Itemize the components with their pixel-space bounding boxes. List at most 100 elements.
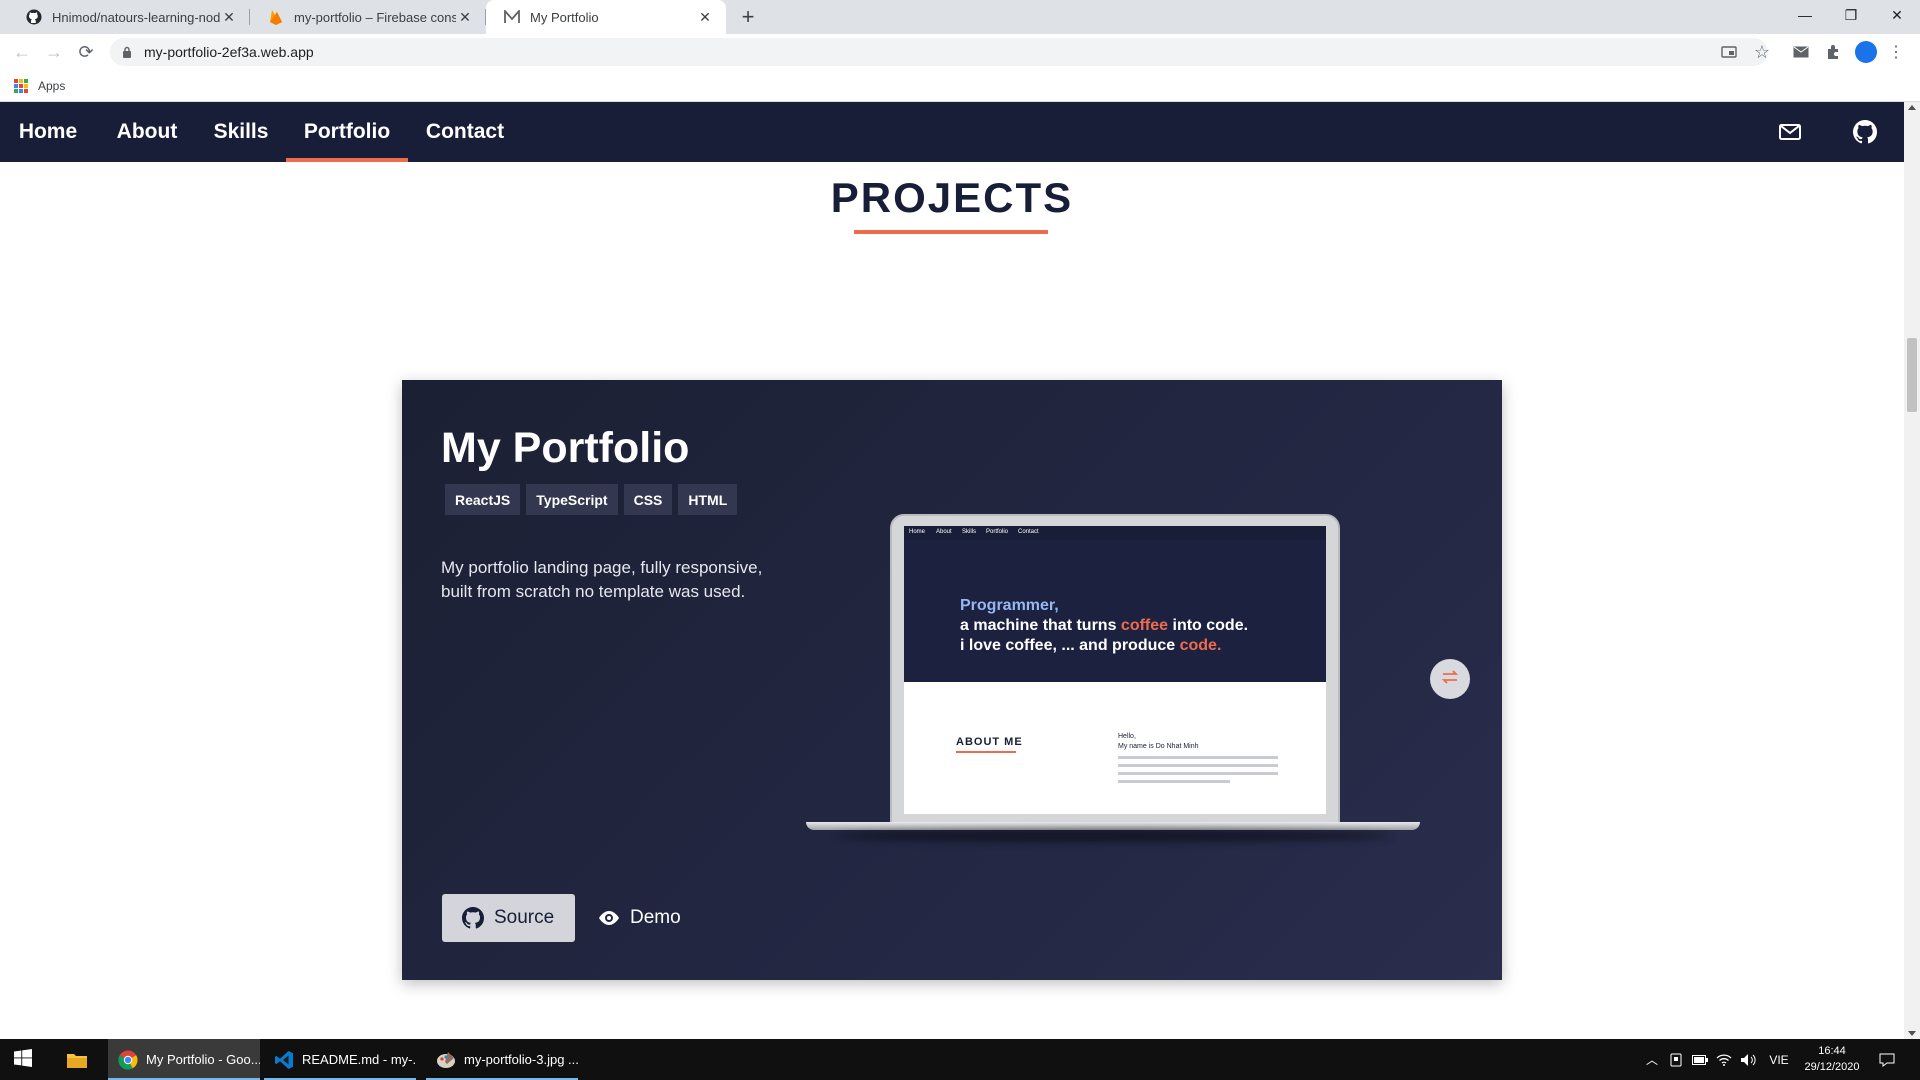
preview-hero-line3-end: . [1216,637,1222,654]
preview-hero: Programmer, a machine that turns coffee … [904,540,1326,682]
vscode-icon [274,1049,294,1071]
windows-logo-icon [14,1049,32,1070]
file-explorer-button[interactable] [56,1039,100,1080]
lock-icon [122,46,132,58]
eye-icon [598,910,620,926]
folder-icon [66,1049,88,1071]
taskbar-item-chrome[interactable]: My Portfolio - Goo... [108,1039,260,1080]
taskbar-item-label: my-portfolio-3.jpg ... [464,1052,578,1067]
preview-hero-accent: code [1179,637,1217,654]
laptop-shadow [836,830,1390,842]
project-tags: ReactJS TypeScript CSS HTML [445,484,738,515]
taskbar-item-paint[interactable]: my-portfolio-3.jpg ... [426,1039,578,1080]
preview-hero-line1: Programmer, [960,597,1059,614]
section-title: PROJECTS [830,174,1074,221]
tab-title: Hnimod/natours-learning-nodejs [52,9,220,25]
address-bar[interactable]: my-portfolio-2ef3a.web.app [110,38,1768,66]
preview-hero-line3: i love coffee, ... and produce [960,637,1180,654]
mail-icon[interactable] [1778,120,1802,144]
taskbar-clock[interactable]: 16:44 29/12/2020 [1796,1043,1868,1075]
github-icon[interactable] [1853,120,1877,144]
preview-navbar: Home About Skills Portfolio Contact [904,526,1326,540]
bookmarks-bar: Apps [0,70,1920,102]
preview-hero-line2: a machine that turns [960,617,1121,634]
scrollbar-thumb[interactable] [1907,338,1917,412]
project-card: My Portfolio ReactJS TypeScript CSS HTML… [402,380,1502,980]
preview-nav-link: Home [909,529,926,535]
tray-overflow-chevron-icon[interactable]: ︿ [1643,1039,1661,1080]
volume-icon[interactable] [1738,1039,1758,1080]
tag: ReactJS [445,484,521,515]
laptop-base [806,822,1420,830]
chrome-icon [118,1049,138,1071]
project-description: My portfolio landing page, fully respons… [441,558,763,601]
preview-screen: Home About Skills Portfolio Contact Prog… [904,526,1326,814]
preview-hello: Hello, My name is Do Nhat Minh [1118,732,1199,752]
preview-name-line: My name is Do Nhat Minh [1118,743,1199,750]
close-icon[interactable]: ✕ [220,8,238,26]
swap-arrows-icon [1441,669,1459,690]
nav-home[interactable]: Home [10,102,86,162]
input-language-indicator[interactable]: VIE [1764,1039,1794,1080]
reload-button[interactable]: ⟳ [74,40,98,64]
profile-avatar[interactable] [1855,41,1877,63]
preview-nav-link: Skills [962,529,977,535]
switch-preview-button[interactable] [1430,659,1470,699]
mail-extension-icon[interactable] [1791,42,1811,62]
tab-title: my-portfolio – Firebase console [294,9,456,25]
preview-hero-accent: coffee [1120,617,1169,634]
scroll-down-arrow[interactable] [1908,1031,1916,1036]
github-icon [26,9,42,25]
portfolio-logo-icon [504,9,520,25]
project-title: My Portfolio [441,424,690,472]
demo-button[interactable]: Demo [598,894,681,942]
firebase-icon [268,9,284,25]
extensions-puzzle-icon[interactable] [1823,42,1843,62]
section-title-underline [854,230,1048,234]
apps-bookmark-label[interactable]: Apps [38,79,65,93]
nav-skills[interactable]: Skills [206,102,276,162]
tag: TypeScript [526,484,618,515]
kebab-menu-icon[interactable]: ⋮ [1886,42,1906,62]
preview-hero-line2-end: into code. [1168,617,1249,634]
cast-icon[interactable] [1719,42,1739,62]
apps-grid-icon[interactable] [14,78,28,93]
taskbar-item-vscode[interactable]: README.md - my-... [264,1039,416,1080]
clock-time: 16:44 [1818,1045,1846,1057]
browser-tab-my-portfolio[interactable]: My Portfolio ✕ [486,0,726,34]
address-text: my-portfolio-2ef3a.web.app [144,44,314,60]
page-viewport: Home About Skills Portfolio Contact PROJ… [0,102,1904,1039]
minimize-button[interactable]: — [1782,0,1828,30]
taskbar-item-label: My Portfolio - Goo... [146,1052,260,1067]
bookmark-star-icon[interactable]: ☆ [1752,42,1772,62]
preview-nav-link: About [936,529,952,535]
forward-button[interactable]: → [42,40,66,64]
back-button[interactable]: ← [10,40,34,64]
clock-date: 29/12/2020 [1804,1061,1860,1073]
close-icon[interactable]: ✕ [696,8,714,26]
project-preview-laptop: Home About Skills Portfolio Contact Prog… [806,514,1420,844]
restore-button[interactable]: ❐ [1828,0,1874,30]
battery-icon[interactable] [1690,1039,1710,1080]
preview-text-lines [1118,756,1278,788]
window-close-button[interactable]: ✕ [1874,0,1920,30]
scroll-up-arrow[interactable] [1908,105,1916,110]
browser-tab-github[interactable]: Hnimod/natours-learning-nodejs ✕ [8,0,250,34]
new-tab-button[interactable]: + [736,4,760,29]
notifications-icon[interactable] [1874,1039,1900,1080]
nav-about[interactable]: About [106,102,188,162]
nav-contact[interactable]: Contact [418,102,512,162]
page-scrollbar[interactable] [1904,102,1920,1039]
taskbar-item-label: README.md - my-... [302,1052,416,1067]
nav-portfolio[interactable]: Portfolio [286,102,408,162]
start-button[interactable] [0,1039,48,1080]
windows-taskbar: My Portfolio - Goo... README.md - my-...… [0,1039,1920,1080]
close-icon[interactable]: ✕ [456,8,474,26]
laptop-lid: Home About Skills Portfolio Contact Prog… [890,514,1340,826]
tab-title: My Portfolio [530,9,599,25]
demo-label: Demo [630,907,681,928]
source-button[interactable]: Source [442,894,575,942]
wifi-icon[interactable] [1714,1039,1734,1080]
tray-app-icon[interactable] [1666,1039,1686,1080]
browser-tab-firebase[interactable]: my-portfolio – Firebase console ✕ [250,0,486,34]
